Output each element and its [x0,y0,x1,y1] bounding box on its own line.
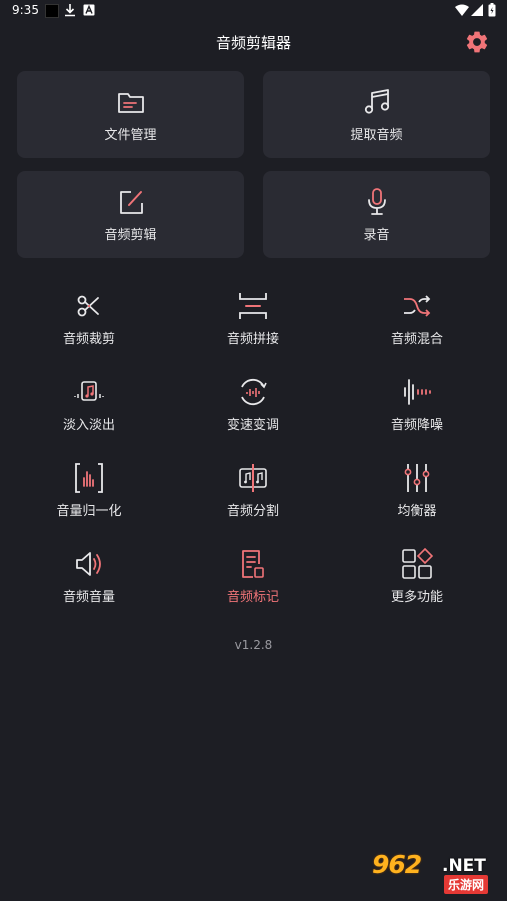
speed-pitch-icon [241,378,267,406]
record-card[interactable]: 录音 [263,171,490,258]
extract-audio-card[interactable]: 提取音频 [263,71,490,158]
notification-square-icon [45,4,59,18]
watermark-main: 962 [372,850,422,879]
version-text: v1.2.8 [234,638,273,652]
tool-equalizer[interactable]: 均衡器 [337,462,497,532]
wifi-icon [455,4,469,16]
tool-speed-pitch[interactable]: 变速变调 [173,376,333,446]
volume-icon [76,552,101,576]
scissors-icon [77,295,99,317]
folder-icon [117,93,144,113]
music-note-icon [364,89,389,114]
tool-audio-trim[interactable]: 音频裁剪 [9,290,169,360]
tool-label: 音频音量 [62,590,115,605]
app-screen: 9:35 音频剪辑器 文件管理 提取音频 音频剪辑 录音 音频裁剪 音频拼接 音… [0,0,507,901]
tool-label: 变速变调 [226,418,279,433]
tool-label: 淡入淡出 [62,418,115,433]
tool-audio-mix[interactable]: 音频混合 [337,290,497,360]
fade-icon [74,381,104,401]
tool-more[interactable]: 更多功能 [337,548,497,618]
audio-edit-card[interactable]: 音频剪辑 [17,171,244,258]
card-label: 录音 [363,228,390,243]
status-bar: 9:35 [0,0,507,22]
normalize-icon [75,463,103,493]
battery-icon [488,3,496,17]
card-label: 提取音频 [350,128,403,143]
tool-label: 音频混合 [390,332,443,347]
card-label: 音频剪辑 [104,228,157,243]
app-header: 音频剪辑器 [0,22,507,62]
more-grid-icon [402,548,433,579]
denoise-icon [404,379,431,405]
tool-label: 音频标记 [226,590,279,605]
tool-label: 音频拼接 [226,332,279,347]
microphone-icon [367,188,386,215]
tool-audio-mark[interactable]: 音频标记 [173,548,333,618]
tool-label: 均衡器 [397,504,437,519]
tool-label: 更多功能 [390,590,443,605]
tool-denoise[interactable]: 音频降噪 [337,376,497,446]
watermark-sub: 乐游网 [444,875,489,894]
file-manager-card[interactable]: 文件管理 [17,71,244,158]
signal-icon [471,4,483,16]
download-icon [65,4,75,17]
splice-icon [239,293,267,319]
a-box-icon [83,4,95,16]
tool-fade[interactable]: 淡入淡出 [9,376,169,446]
tool-audio-splice[interactable]: 音频拼接 [173,290,333,360]
edit-icon [119,191,143,214]
page-title: 音频剪辑器 [215,34,291,52]
split-icon [239,464,267,492]
tool-label: 音频分割 [226,504,279,519]
tool-label: 音量归一化 [56,504,122,519]
watermark-net: .NET [442,856,486,876]
mark-icon [242,550,264,578]
card-label: 文件管理 [104,128,157,143]
equalizer-icon [404,464,430,492]
tool-normalize[interactable]: 音量归一化 [9,462,169,532]
watermark-logo: 962 .NET 乐游网 [368,848,502,896]
tool-audio-volume[interactable]: 音频音量 [9,548,169,618]
tool-label: 音频降噪 [390,418,443,433]
shuffle-icon [404,295,431,317]
tool-audio-split[interactable]: 音频分割 [173,462,333,532]
tool-label: 音频裁剪 [62,332,115,347]
gear-icon[interactable] [464,29,490,55]
status-time: 9:35 [12,3,39,17]
